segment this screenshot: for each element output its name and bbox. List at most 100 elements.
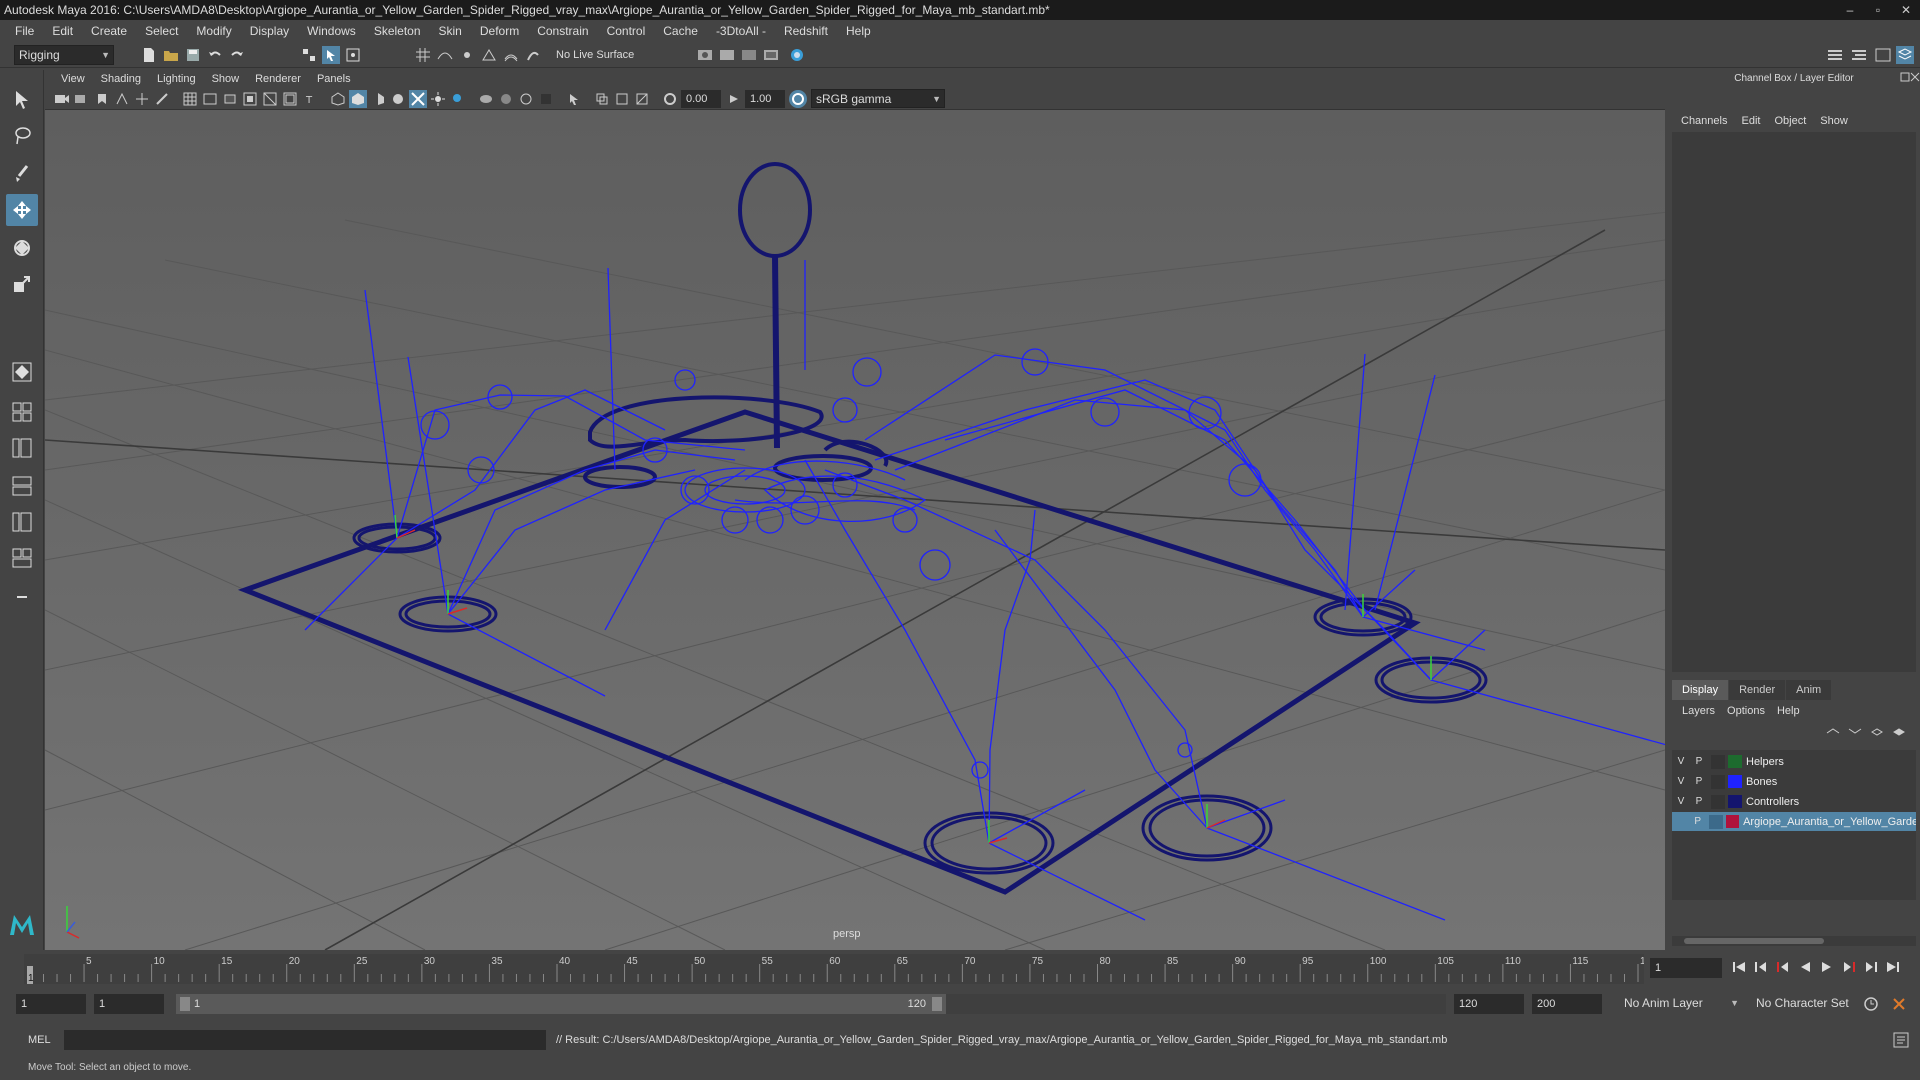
play-backwards-icon[interactable] xyxy=(1796,958,1814,976)
viewport-menu-renderer[interactable]: Renderer xyxy=(247,70,309,88)
layer-type-toggle[interactable] xyxy=(1709,814,1723,829)
anim-layer-dropdown[interactable]: No Anim Layer ▼ xyxy=(1620,994,1742,1014)
character-set-dropdown[interactable]: No Character Set xyxy=(1752,994,1864,1014)
grease-pencil-icon[interactable] xyxy=(153,90,171,108)
viewport-menu-show[interactable]: Show xyxy=(204,70,248,88)
backface-culling-icon[interactable] xyxy=(633,90,651,108)
camera-attributes-icon[interactable] xyxy=(73,90,91,108)
layer-color-swatch[interactable] xyxy=(1728,775,1742,788)
menu-3dtoall[interactable]: -3DtoAll - xyxy=(707,20,775,42)
select-by-hierarchy-icon[interactable] xyxy=(300,46,318,64)
menu-select[interactable]: Select xyxy=(136,20,187,42)
menu-file[interactable]: File xyxy=(6,20,43,42)
exposure-field[interactable]: 0.00 xyxy=(681,90,721,108)
tab-anim[interactable]: Anim xyxy=(1786,680,1832,700)
playback-start-field[interactable]: 1 xyxy=(94,994,164,1014)
layer-playback-toggle[interactable]: P xyxy=(1689,816,1706,827)
move-tool-icon[interactable] xyxy=(6,194,38,226)
menu-constrain[interactable]: Constrain xyxy=(528,20,597,42)
animation-preferences-icon[interactable] xyxy=(1890,995,1908,1013)
exposure-icon[interactable] xyxy=(661,90,679,108)
open-scene-icon[interactable] xyxy=(162,46,180,64)
move-layer-down-icon[interactable] xyxy=(1846,724,1864,742)
shadows-icon[interactable] xyxy=(449,90,467,108)
menu-deform[interactable]: Deform xyxy=(471,20,528,42)
new-scene-icon[interactable] xyxy=(140,46,158,64)
time-ruler[interactable]: 5 10 15 20 25 30 35 40 45 50 55 60 65 70 75 80 85 90 95 100… xyxy=(24,954,1644,984)
layer-visibility-toggle[interactable]: V xyxy=(1672,756,1690,767)
script-editor-icon[interactable] xyxy=(1892,1031,1910,1049)
layer-playback-toggle[interactable]: P xyxy=(1690,796,1708,807)
motion-blur-icon[interactable] xyxy=(497,90,515,108)
outliner-layout-icon[interactable] xyxy=(6,506,38,538)
color-space-dropdown[interactable]: sRGB gamma ▼ xyxy=(811,89,945,108)
gamma-field[interactable]: 1.00 xyxy=(745,90,785,108)
animation-end-field[interactable]: 200 xyxy=(1532,994,1602,1014)
screen-space-ao-icon[interactable] xyxy=(477,90,495,108)
layer-list-scrollbar[interactable] xyxy=(1672,936,1916,946)
perspective-viewport[interactable]: persp xyxy=(45,110,1665,950)
anti-aliasing-icon[interactable] xyxy=(517,90,535,108)
wireframe-on-shaded-icon[interactable] xyxy=(389,90,407,108)
menu-display[interactable]: Display xyxy=(241,20,298,42)
menu-set-dropdown[interactable]: Rigging ▼ xyxy=(14,45,114,65)
layer-type-toggle[interactable] xyxy=(1711,774,1725,789)
close-panel-icon[interactable] xyxy=(1906,68,1920,86)
layer-row-bones[interactable]: V P Bones xyxy=(1672,772,1916,791)
step-forward-frame-icon[interactable] xyxy=(1862,958,1880,976)
layer-type-toggle[interactable] xyxy=(1711,754,1725,769)
layer-menu-help[interactable]: Help xyxy=(1771,702,1806,720)
scene-canvas[interactable] xyxy=(45,110,1665,950)
gamma-icon[interactable] xyxy=(725,90,743,108)
channel-box-menu-object[interactable]: Object xyxy=(1767,112,1813,130)
go-to-end-icon[interactable] xyxy=(1884,958,1902,976)
undo-icon[interactable] xyxy=(206,46,224,64)
viewport-menu-view[interactable]: View xyxy=(53,70,93,88)
bookmark-icon[interactable] xyxy=(93,90,111,108)
menu-skin[interactable]: Skin xyxy=(430,20,471,42)
viewport-menu-lighting[interactable]: Lighting xyxy=(149,70,204,88)
depth-of-field-icon[interactable] xyxy=(537,90,555,108)
layer-color-swatch[interactable] xyxy=(1725,815,1740,828)
viewport-menu-panels[interactable]: Panels xyxy=(309,70,359,88)
layer-playback-toggle[interactable]: P xyxy=(1690,756,1708,767)
snap-grid-icon[interactable] xyxy=(414,46,432,64)
layer-color-swatch[interactable] xyxy=(1728,755,1742,768)
hypershade-icon[interactable] xyxy=(788,46,806,64)
layer-menu-layers[interactable]: Layers xyxy=(1676,702,1721,720)
channel-box-menu-channels[interactable]: Channels xyxy=(1674,112,1734,130)
image-plane-icon[interactable] xyxy=(113,90,131,108)
select-tool-icon[interactable] xyxy=(6,84,38,116)
layer-color-swatch[interactable] xyxy=(1728,795,1742,808)
menu-redshift[interactable]: Redshift xyxy=(775,20,837,42)
menu-create[interactable]: Create xyxy=(82,20,136,42)
range-bar[interactable]: 1 120 xyxy=(176,994,946,1014)
select-camera-icon[interactable] xyxy=(53,90,71,108)
tab-render[interactable]: Render xyxy=(1729,680,1786,700)
paint-select-tool-icon[interactable] xyxy=(6,158,38,190)
use-default-material-icon[interactable] xyxy=(369,90,387,108)
menu-modify[interactable]: Modify xyxy=(187,20,240,42)
four-view-layout-icon[interactable] xyxy=(6,396,38,428)
layer-row-helpers[interactable]: V P Helpers xyxy=(1672,752,1916,771)
layer-menu-options[interactable]: Options xyxy=(1721,702,1771,720)
animation-start-field[interactable]: 1 xyxy=(16,994,86,1014)
layer-visibility-toggle[interactable]: V xyxy=(1672,776,1690,787)
range-start-handle[interactable] xyxy=(180,997,190,1011)
playback-end-field[interactable]: 120 xyxy=(1454,994,1524,1014)
maximize-button[interactable]: ▫ xyxy=(1864,0,1892,20)
grid-toggle-icon[interactable] xyxy=(181,90,199,108)
range-end-handle[interactable] xyxy=(932,997,942,1011)
menu-control[interactable]: Control xyxy=(598,20,655,42)
close-button[interactable]: ✕ xyxy=(1892,0,1920,20)
snap-surface-icon[interactable] xyxy=(502,46,520,64)
move-layer-up-icon[interactable] xyxy=(1824,724,1842,742)
render-settings-icon[interactable] xyxy=(696,46,714,64)
hypershade-layout-icon[interactable] xyxy=(6,542,38,574)
safe-title-icon[interactable]: T xyxy=(301,90,319,108)
play-forwards-icon[interactable] xyxy=(1818,958,1836,976)
redo-icon[interactable] xyxy=(228,46,246,64)
channel-list[interactable] xyxy=(1672,132,1916,672)
menu-edit[interactable]: Edit xyxy=(43,20,82,42)
layer-playback-toggle[interactable]: P xyxy=(1690,776,1708,787)
